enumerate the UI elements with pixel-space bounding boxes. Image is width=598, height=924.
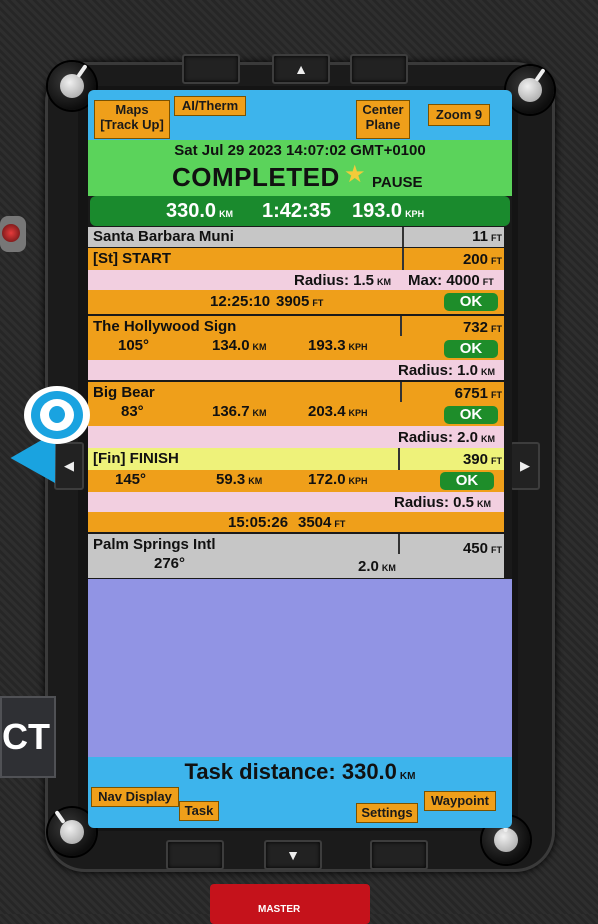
waypoint-elev: 450 FT (462, 540, 502, 557)
finish-details-row: 145° 59.3 KM 172.0 KPH OK (88, 470, 504, 492)
big-bear-radius: Radius: 2.0 KM (398, 429, 496, 446)
finish-time-row: 15:05:26 3504 FT (88, 512, 504, 532)
up-arrow-icon: ▲ (294, 61, 308, 77)
master-switch[interactable]: MASTER (210, 884, 370, 924)
task-stats-bar: 330.0 KM 1:42:35 193.0 KPH (90, 196, 510, 226)
task-distance: Task distance: 330.0 KM (184, 759, 416, 784)
down-arrow-button[interactable]: ▼ (264, 840, 322, 870)
task-state-text: COMPLETED (172, 162, 340, 192)
down-arrow-icon: ▼ (286, 847, 300, 863)
pause-button[interactable]: PAUSE (372, 174, 423, 191)
distance-value: 330.0 (166, 200, 217, 222)
eye-pupil (49, 406, 65, 423)
display-screen: Maps [Track Up] AI/Therm Center Plane Zo… (88, 90, 512, 828)
top-left-hw-button[interactable] (182, 54, 240, 84)
waypoint-name: [St] START (93, 250, 172, 267)
finish-radius-row: Radius: 0.5 KM (88, 492, 504, 512)
right-arrow-icon: ▶ (520, 458, 530, 473)
speed-value: 193.0 (352, 200, 403, 222)
waypoint-row-start[interactable]: [St] START 200 FT (88, 248, 504, 270)
waypoint-speed: 172.0 KPH (308, 471, 368, 488)
distance-unit: KM (219, 209, 234, 219)
waypoint-elev: 732 FT (462, 319, 502, 336)
waypoint-speed: 203.4 KPH (308, 403, 368, 420)
zoom-button[interactable]: Zoom 9 (428, 104, 490, 126)
waypoint-name: [Fin] FINISH (93, 450, 179, 467)
nav-display-button[interactable]: Nav Display (91, 787, 179, 807)
top-right-hw-button[interactable] (350, 54, 408, 84)
waypoint-dist: 2.0 KM (358, 558, 396, 575)
waypoint-bearing: 105° (118, 337, 150, 354)
waypoint-bearing: 145° (115, 471, 147, 488)
empty-list-area (88, 579, 512, 757)
maps-label: Maps (115, 102, 149, 117)
waypoint-row-hollywood[interactable]: The Hollywood Sign 732 FT 105° 134.0 KM 19… (88, 316, 504, 360)
center-label: Center (362, 102, 404, 117)
waypoint-dist: 134.0 KM (212, 337, 267, 354)
waypoint-dist: 136.7 KM (212, 403, 267, 420)
center-plane-button[interactable]: Center Plane (356, 100, 410, 139)
speed-unit: KPH (405, 209, 425, 219)
waypoint-row-palm-springs[interactable]: Palm Springs Intl 450 FT 276° 2.0 KM (88, 534, 504, 578)
big-bear-ok-button[interactable]: OK (444, 406, 498, 424)
ai-therm-label: AI/Therm (181, 98, 239, 113)
waypoint-elev: 200 FT (462, 251, 502, 268)
side-panel-label[interactable]: CT (0, 696, 56, 778)
waypoint-name: The Hollywood Sign (93, 318, 237, 335)
finish-time: 15:05:26 (228, 514, 289, 531)
finish-alt: 3504 FT (298, 514, 346, 531)
up-arrow-button[interactable]: ▲ (272, 54, 330, 84)
plane-label: Plane (365, 117, 401, 132)
master-label: MASTER (258, 904, 301, 915)
waypoint-elev: 390 FT (462, 451, 502, 468)
waypoint-dist: 59.3 KM (216, 471, 263, 488)
stat-speed: 193.0 KPH (352, 200, 424, 223)
start-time-row: 12:25:10 3905 FT OK (88, 290, 504, 314)
hollywood-radius: Radius: 1.0 KM (398, 362, 496, 379)
hollywood-ok-button[interactable]: OK (444, 340, 498, 358)
ai-therm-button[interactable]: AI/Therm (174, 96, 246, 116)
right-arrow-button[interactable]: ▶ (510, 442, 540, 490)
waypoint-name: Santa Barbara Muni (93, 228, 234, 245)
waypoint-row-santa-barbara[interactable]: Santa Barbara Muni 11 FT (88, 227, 504, 247)
waypoint-row-big-bear[interactable]: Big Bear 6751 FT 83° 136.7 KM 203.4 KPH OK (88, 382, 504, 426)
settings-button[interactable]: Settings (356, 803, 418, 823)
waypoint-bearing: 276° (154, 555, 186, 572)
maps-track-up-button[interactable]: Maps [Track Up] (94, 100, 170, 139)
start-radius-row: Radius: 1.5 KM Max: 4000 FT (88, 270, 504, 290)
waypoint-elev: 11 FT (472, 228, 502, 245)
waypoint-bearing: 83° (121, 403, 144, 420)
top-softkey-bar: Maps [Track Up] AI/Therm Center Plane Zo… (88, 90, 512, 140)
finish-radius: Radius: 0.5 KM (394, 494, 492, 511)
waypoint-speed: 193.3 KPH (308, 337, 368, 354)
start-ok-button[interactable]: OK (444, 293, 498, 311)
big-bear-radius-row: Radius: 2.0 KM (88, 426, 504, 448)
start-time: 12:25:10 (210, 293, 271, 310)
top-right-knob[interactable] (506, 66, 554, 114)
status-panel: Sat Jul 29 2023 14:07:02 GMT+0100 COMPLE… (88, 140, 512, 196)
waypoint-name: Palm Springs Intl (93, 536, 216, 553)
zoom-label: Zoom 9 (435, 107, 483, 122)
task-button[interactable]: Task (179, 801, 219, 821)
datetime-text: Sat Jul 29 2023 14:07:02 GMT+0100 (174, 142, 426, 159)
stat-distance: 330.0 KM (166, 200, 233, 223)
waypoint-name: Big Bear (93, 384, 155, 401)
waypoint-button[interactable]: Waypoint (424, 791, 496, 811)
stat-time: 1:42:35 (262, 200, 331, 222)
bottom-left-hw-button[interactable] (166, 840, 224, 870)
start-alt: 3905 FT (276, 293, 324, 310)
bottom-right-hw-button[interactable] (370, 840, 428, 870)
start-radius: Radius: 1.5 KM (294, 272, 392, 289)
start-max: Max: 4000 FT (408, 272, 494, 289)
indicator-light (0, 216, 26, 252)
finish-ok-button[interactable]: OK (440, 472, 494, 490)
hollywood-radius-row: Radius: 1.0 KM (88, 360, 504, 380)
waypoint-row-finish[interactable]: [Fin] FINISH 390 FT (88, 448, 504, 470)
waypoint-elev: 6751 FT (454, 385, 502, 402)
bottom-softkey-bar: Task distance: 330.0 KM Nav Display Task … (88, 757, 512, 828)
star-icon: ★ (344, 161, 366, 188)
track-up-label: [Track Up] (100, 117, 164, 132)
